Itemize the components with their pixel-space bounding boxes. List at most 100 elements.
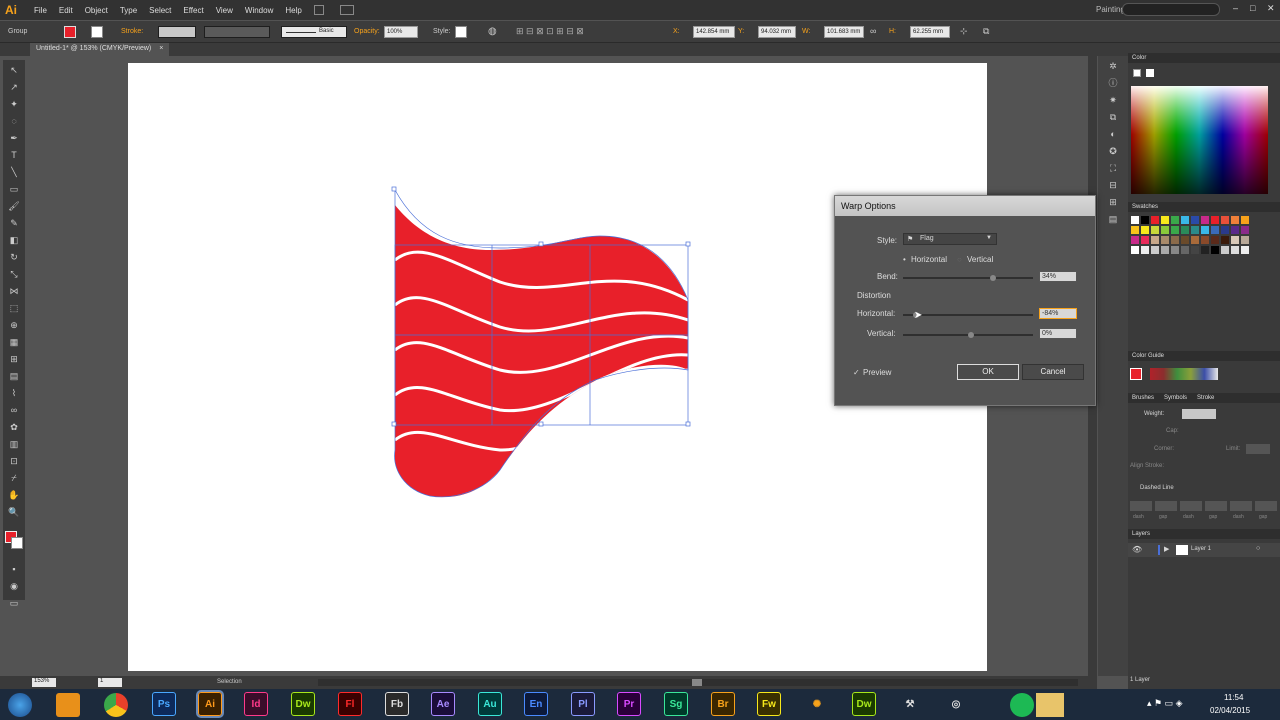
swatch[interactable] xyxy=(1151,246,1159,254)
recolor-artwork-icon[interactable]: ◍ xyxy=(488,26,497,37)
menu-edit[interactable]: Edit xyxy=(53,6,79,15)
menu-view[interactable]: View xyxy=(210,6,239,15)
color-spectrum[interactable] xyxy=(1131,86,1268,194)
swatch[interactable] xyxy=(1161,216,1169,224)
taskbar-app-en-icon[interactable]: En xyxy=(524,692,548,716)
taskbar-app-br-icon[interactable]: Br xyxy=(711,692,735,716)
preview-label[interactable]: Preview xyxy=(863,368,891,377)
maximize-icon[interactable]: □ xyxy=(1250,3,1255,13)
color-panel-tab[interactable]: Color xyxy=(1128,53,1280,63)
expand-arrow-icon[interactable]: ▶ xyxy=(1164,545,1169,553)
graphic-style-swatch[interactable] xyxy=(455,26,467,38)
swatch[interactable] xyxy=(1131,226,1139,234)
taskbar-app-dw-icon[interactable]: Dw xyxy=(291,692,315,716)
line-tool-icon[interactable]: ╲ xyxy=(6,165,22,179)
style-dropdown[interactable]: ⚑ Flag ▼ xyxy=(903,233,997,245)
swatch[interactable] xyxy=(1221,236,1229,244)
swatch[interactable] xyxy=(1191,216,1199,224)
pathfinder-icon[interactable]: ⊞ xyxy=(1105,195,1121,209)
taskbar-app-au-icon[interactable]: Au xyxy=(478,692,502,716)
menu-select[interactable]: Select xyxy=(143,6,177,15)
swatch[interactable] xyxy=(1241,246,1249,254)
paintbrush-tool-icon[interactable]: 🖌 xyxy=(6,199,22,213)
swatch[interactable] xyxy=(1171,246,1179,254)
swatch[interactable] xyxy=(1201,246,1209,254)
vertical-slider-knob[interactable] xyxy=(968,332,974,338)
menu-object[interactable]: Object xyxy=(79,6,114,15)
swatch[interactable] xyxy=(1231,216,1239,224)
menu-type[interactable]: Type xyxy=(114,6,143,15)
guide-base-color[interactable] xyxy=(1130,368,1142,380)
swatch[interactable] xyxy=(1241,226,1249,234)
stroke-color-box[interactable] xyxy=(11,537,23,549)
drawing-mode-icon[interactable]: ◉ xyxy=(6,579,22,593)
taskbar-app-pl-icon[interactable]: Pl xyxy=(571,692,595,716)
menu-effect[interactable]: Effect xyxy=(177,6,209,15)
scale-tool-icon[interactable]: ⤡ xyxy=(6,267,22,281)
taskbar-app-fb-icon[interactable]: Fb xyxy=(385,692,409,716)
info-icon[interactable]: ⓘ xyxy=(1105,76,1121,90)
screen-mode-icon[interactable]: ▭ xyxy=(6,596,22,610)
width-tool-icon[interactable]: ⋈ xyxy=(6,284,22,298)
swatch[interactable] xyxy=(1171,216,1179,224)
rotate-tool-icon[interactable]: ↻ xyxy=(6,250,22,264)
x-label[interactable]: X: xyxy=(673,28,680,35)
chrome-icon[interactable] xyxy=(104,693,128,717)
swatch[interactable] xyxy=(1131,236,1139,244)
minimize-icon[interactable]: – xyxy=(1233,3,1238,13)
lasso-tool-icon[interactable]: ◌ xyxy=(6,114,22,128)
swatch[interactable] xyxy=(1211,216,1219,224)
color-guide-panel-tab[interactable]: Color Guide xyxy=(1128,351,1280,361)
swatches-panel-tab[interactable]: Swatches xyxy=(1128,202,1280,212)
appearance-icon[interactable]: ✷ xyxy=(1105,93,1121,107)
stroke-weight-field[interactable] xyxy=(158,26,196,38)
perspective-grid-tool-icon[interactable]: ▦ xyxy=(6,335,22,349)
y-label[interactable]: Y: xyxy=(738,28,744,35)
pencil-tool-icon[interactable]: ✎ xyxy=(6,216,22,230)
transform-panel-icon[interactable]: ⛶ xyxy=(1105,161,1121,175)
menu-window[interactable]: Window xyxy=(239,6,279,15)
rectangle-tool-icon[interactable]: ▭ xyxy=(6,182,22,196)
h-label[interactable]: H: xyxy=(889,28,896,35)
start-button-icon[interactable] xyxy=(8,693,32,717)
swatch[interactable] xyxy=(1231,226,1239,234)
preview-checkbox[interactable]: ✓ xyxy=(853,368,860,377)
steam-icon[interactable]: ◎ xyxy=(944,692,968,716)
swatch[interactable] xyxy=(1221,216,1229,224)
media-player-icon[interactable] xyxy=(56,693,80,717)
swatch[interactable] xyxy=(1201,216,1209,224)
bend-input[interactable]: 34% xyxy=(1039,271,1077,282)
spotify-icon[interactable] xyxy=(1010,693,1034,717)
swatch[interactable] xyxy=(1161,246,1169,254)
taskbar-app-fl-icon[interactable]: Fl xyxy=(338,692,362,716)
bridge-icon[interactable] xyxy=(314,5,324,15)
free-transform-tool-icon[interactable]: ⬚ xyxy=(6,301,22,315)
align-panel-icon[interactable]: ⊟ xyxy=(1105,178,1121,192)
artboard-navigation[interactable]: 1 xyxy=(98,678,122,687)
cancel-button[interactable]: Cancel xyxy=(1022,364,1084,380)
swatch[interactable] xyxy=(1201,236,1209,244)
swatch[interactable] xyxy=(1241,236,1249,244)
fill-swatch[interactable] xyxy=(64,26,76,38)
taskbar-app-id-icon[interactable]: Id xyxy=(244,692,268,716)
swatch[interactable] xyxy=(1181,226,1189,234)
swatch[interactable] xyxy=(1181,216,1189,224)
taskbar-app-pr-icon[interactable]: Pr xyxy=(617,692,641,716)
zoom-field[interactable]: 153% xyxy=(32,678,56,687)
menu-file[interactable]: File xyxy=(28,6,53,15)
search-input[interactable] xyxy=(1122,3,1220,16)
swatch[interactable] xyxy=(1211,246,1219,254)
swatch[interactable] xyxy=(1231,236,1239,244)
gradient-panel-icon[interactable]: ▤ xyxy=(1105,212,1121,226)
symbols-icon[interactable]: ✪ xyxy=(1105,144,1121,158)
stroke-swatch[interactable] xyxy=(91,26,103,38)
dashed-line-label[interactable]: Dashed Line xyxy=(1140,485,1174,491)
gap-field[interactable] xyxy=(1155,501,1177,511)
swatch[interactable] xyxy=(1171,236,1179,244)
brush-definition[interactable]: Basic xyxy=(281,26,347,38)
taskbar-app-ps-icon[interactable]: Ps xyxy=(152,692,176,716)
swatch[interactable] xyxy=(1151,236,1159,244)
layer-name[interactable]: Layer 1 xyxy=(1191,546,1211,552)
swatch[interactable] xyxy=(1201,226,1209,234)
menu-help[interactable]: Help xyxy=(279,6,307,15)
